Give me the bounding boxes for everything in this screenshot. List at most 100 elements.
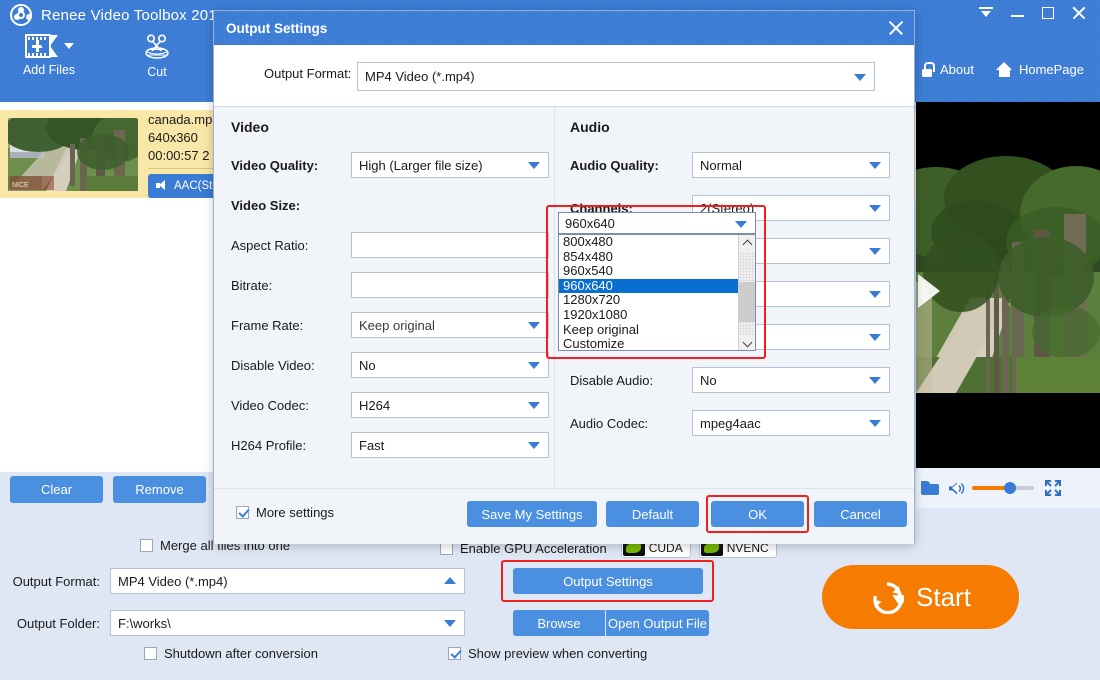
chevron-down-icon bbox=[528, 162, 540, 169]
volume-knob[interactable] bbox=[1004, 482, 1016, 494]
homepage-label: HomePage bbox=[1018, 62, 1084, 77]
video-size-option-selected[interactable]: 960x640 bbox=[559, 278, 755, 294]
homepage-link[interactable]: HomePage bbox=[995, 62, 1084, 77]
video-size-option[interactable]: Keep original bbox=[559, 322, 755, 338]
show-preview-checkbox[interactable]: Show preview when converting bbox=[448, 646, 647, 661]
video-size-label: Video Size: bbox=[231, 197, 301, 213]
chevron-down-icon bbox=[869, 205, 881, 212]
video-quality-combo[interactable]: High (Larger file size) bbox=[351, 152, 549, 178]
dialog-output-format-combo[interactable]: MP4 Video (*.mp4) bbox=[357, 62, 875, 91]
output-format-label: Output Format: bbox=[12, 573, 100, 589]
volume-speaker-icon[interactable] bbox=[949, 482, 965, 494]
scrollbar-thumb[interactable] bbox=[739, 282, 755, 322]
film-reel-logo-icon bbox=[10, 4, 32, 26]
refresh-icon bbox=[870, 580, 908, 615]
aspect-ratio-combo[interactable] bbox=[351, 232, 549, 258]
file-thumbnail: NICE bbox=[8, 117, 138, 191]
about-link[interactable]: About bbox=[921, 62, 974, 77]
clear-button[interactable]: Clear bbox=[10, 476, 103, 503]
collapse-icon[interactable] bbox=[979, 6, 993, 20]
video-size-option[interactable]: 960x540 bbox=[559, 264, 755, 279]
save-my-settings-button[interactable]: Save My Settings bbox=[467, 501, 597, 527]
chevron-down-icon bbox=[444, 620, 456, 627]
checkbox-box bbox=[236, 506, 249, 519]
video-size-option[interactable]: 800x480 bbox=[559, 235, 755, 250]
video-size-option[interactable]: 1920x1080 bbox=[559, 307, 755, 323]
dialog-output-format-row: Output Format: MP4 Video (*.mp4) bbox=[214, 45, 914, 107]
video-size-option[interactable]: 854x480 bbox=[559, 249, 755, 265]
h264-profile-combo[interactable]: Fast bbox=[351, 432, 549, 458]
fullscreen-icon[interactable] bbox=[1044, 479, 1062, 497]
volume-slider[interactable] bbox=[972, 482, 1034, 494]
window-controls[interactable] bbox=[979, 6, 1086, 20]
toolbar-cut[interactable]: Cut bbox=[116, 34, 198, 79]
default-button[interactable]: Default bbox=[606, 501, 699, 527]
bitrate-combo[interactable] bbox=[351, 272, 549, 298]
shutdown-after-conversion-checkbox[interactable]: Shutdown after conversion bbox=[144, 646, 318, 661]
folder-icon[interactable] bbox=[921, 481, 939, 495]
close-icon[interactable] bbox=[1072, 6, 1086, 20]
dialog-title: Output Settings bbox=[226, 20, 328, 36]
video-section-heading: Video bbox=[231, 119, 269, 135]
output-folder-value: F:\works\ bbox=[118, 615, 171, 631]
output-folder-combo[interactable]: F:\works\ bbox=[110, 610, 465, 636]
chevron-down-icon bbox=[869, 291, 881, 298]
scroll-down-arrow-icon[interactable] bbox=[739, 335, 755, 350]
audio-quality-combo[interactable]: Normal bbox=[692, 152, 890, 178]
chevron-down-icon bbox=[869, 162, 881, 169]
output-settings-dialog: Output Settings Output Format: MP4 Video… bbox=[213, 10, 915, 544]
open-output-file-button[interactable]: Open Output File bbox=[606, 610, 709, 636]
video-quality-value: High (Larger file size) bbox=[359, 157, 483, 173]
header-links: About HomePage bbox=[921, 62, 1084, 77]
about-label: About bbox=[939, 62, 974, 77]
video-size-combo[interactable]: 960x640 bbox=[558, 212, 756, 234]
remove-button[interactable]: Remove bbox=[113, 476, 206, 503]
chevron-down-icon bbox=[735, 221, 747, 228]
app-title: Renee Video Toolbox 2019 bbox=[41, 6, 226, 24]
video-size-option[interactable]: 1280x720 bbox=[559, 293, 755, 308]
scissors-icon bbox=[140, 34, 174, 60]
video-section: Video Video Quality: High (Larger file s… bbox=[214, 107, 555, 487]
chevron-down-icon bbox=[869, 420, 881, 427]
more-settings-checkbox[interactable]: More settings bbox=[236, 505, 334, 520]
video-preview[interactable] bbox=[916, 102, 1100, 468]
maximize-icon[interactable] bbox=[1042, 7, 1054, 19]
video-codec-label: Video Codec: bbox=[231, 397, 309, 413]
disable-audio-value: No bbox=[700, 372, 717, 388]
toolbar-add-files[interactable]: Add Files bbox=[8, 34, 90, 77]
speaker-icon bbox=[156, 180, 169, 191]
close-icon[interactable] bbox=[888, 20, 904, 36]
play-icon[interactable] bbox=[918, 274, 940, 308]
ok-button[interactable]: OK bbox=[711, 501, 804, 527]
frame-rate-combo[interactable]: Keep original bbox=[351, 312, 549, 338]
minimize-icon[interactable] bbox=[1011, 7, 1024, 20]
audio-codec-combo[interactable]: mpeg4aac bbox=[692, 410, 890, 436]
dialog-output-format-label: Output Format: bbox=[264, 66, 352, 81]
chevron-up-icon bbox=[444, 577, 456, 584]
file-list-buttons: Clear Remove bbox=[10, 476, 206, 503]
output-format-combo[interactable]: MP4 Video (*.mp4) bbox=[110, 568, 465, 594]
video-codec-value: H264 bbox=[359, 397, 391, 413]
h264-profile-value: Fast bbox=[359, 437, 385, 453]
frame-rate-label: Frame Rate: bbox=[231, 317, 304, 333]
output-folder-label: Output Folder: bbox=[16, 615, 100, 631]
audio-quality-label: Audio Quality: bbox=[570, 157, 659, 173]
output-settings-button[interactable]: Output Settings bbox=[513, 568, 703, 594]
disable-video-label: Disable Video: bbox=[231, 357, 315, 373]
browse-button[interactable]: Browse bbox=[513, 610, 605, 636]
disable-audio-combo[interactable]: No bbox=[692, 367, 890, 393]
cancel-button[interactable]: Cancel bbox=[814, 501, 907, 527]
scroll-up-arrow-icon[interactable] bbox=[739, 235, 755, 252]
video-codec-combo[interactable]: H264 bbox=[351, 392, 549, 418]
start-button[interactable]: Start bbox=[822, 565, 1019, 629]
frame-rate-value: Keep original bbox=[359, 317, 435, 333]
chevron-down-icon[interactable] bbox=[63, 43, 74, 49]
video-quality-label: Video Quality: bbox=[231, 157, 319, 173]
home-icon bbox=[995, 62, 1013, 77]
chevron-down-icon bbox=[528, 442, 540, 449]
dropdown-scrollbar[interactable] bbox=[738, 235, 755, 350]
video-size-option[interactable]: Customize bbox=[559, 337, 755, 350]
video-size-dropdown-list[interactable]: 800x480 854x480 960x540 960x640 1280x720… bbox=[558, 234, 756, 351]
video-preview-panel bbox=[916, 102, 1100, 508]
disable-video-combo[interactable]: No bbox=[351, 352, 549, 378]
